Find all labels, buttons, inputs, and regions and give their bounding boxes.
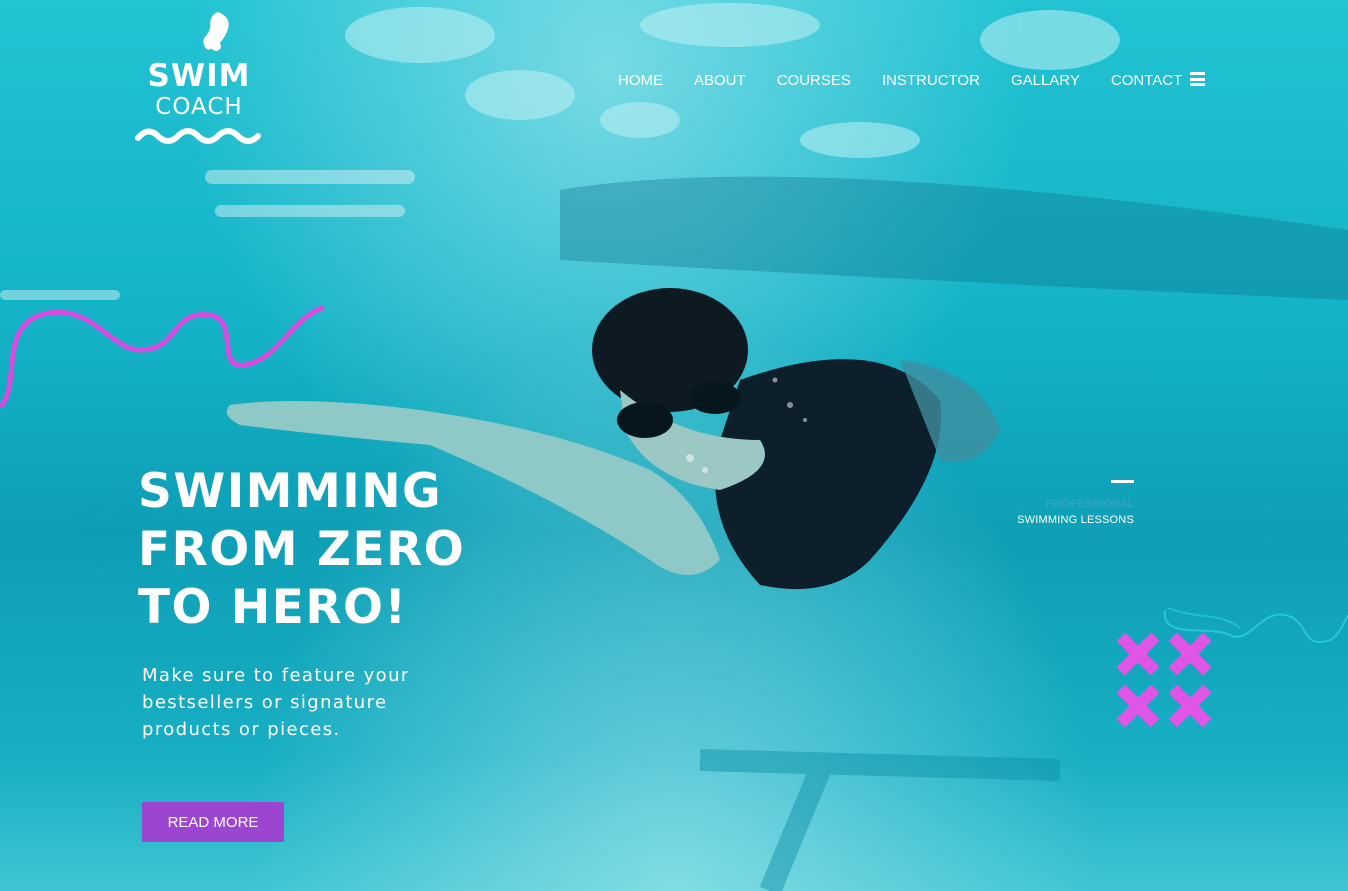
headline-line-3: TO HERO!	[138, 580, 408, 635]
logo-text-swim: SWIM	[147, 58, 251, 94]
hero-subtext: Make sure to feature your bestsellers or…	[142, 665, 410, 740]
pool-floor	[699, 749, 1061, 891]
lane-rope-reflection	[0, 170, 415, 300]
headline-line-1: SWIMMING	[138, 464, 443, 519]
nav-home[interactable]: HOME	[618, 72, 663, 89]
side-tagline: PROFESSIONAL SWIMMING LESSONS	[1017, 470, 1134, 526]
nav-contact[interactable]: CONTACT	[1111, 72, 1182, 89]
nav-about[interactable]: ABOUT	[694, 72, 746, 89]
read-more-button[interactable]: READ MORE	[142, 802, 284, 842]
magenta-squiggle-decoration	[0, 305, 325, 408]
nav-instructor[interactable]: INSTRUCTOR	[882, 72, 980, 89]
main-nav: HOME ABOUT COURSES INSTRUCTOR GALLARY CO…	[618, 70, 1213, 90]
hero-headline: SWIMMING FROM ZERO TO HERO!	[138, 463, 465, 637]
hamburger-menu-icon[interactable]	[1190, 72, 1205, 86]
nav-courses[interactable]: COURSES	[777, 72, 851, 89]
tagline-professional: PROFESSIONAL	[1046, 498, 1134, 510]
magenta-x-pattern	[1116, 632, 1212, 728]
tagline-dash	[1111, 480, 1134, 483]
hero-section: SWIM COACH HOME ABOUT COURSES INSTRUCTOR…	[0, 0, 1348, 891]
headline-line-2: FROM ZERO	[138, 522, 466, 577]
wave-icon	[135, 128, 261, 144]
tagline-swimming-lessons: SWIMMING LESSONS	[1017, 514, 1134, 526]
nav-gallery[interactable]: GALLARY	[1011, 72, 1080, 89]
site-logo[interactable]: SWIM COACH	[134, 10, 264, 150]
logo-text-coach: COACH	[155, 94, 243, 120]
